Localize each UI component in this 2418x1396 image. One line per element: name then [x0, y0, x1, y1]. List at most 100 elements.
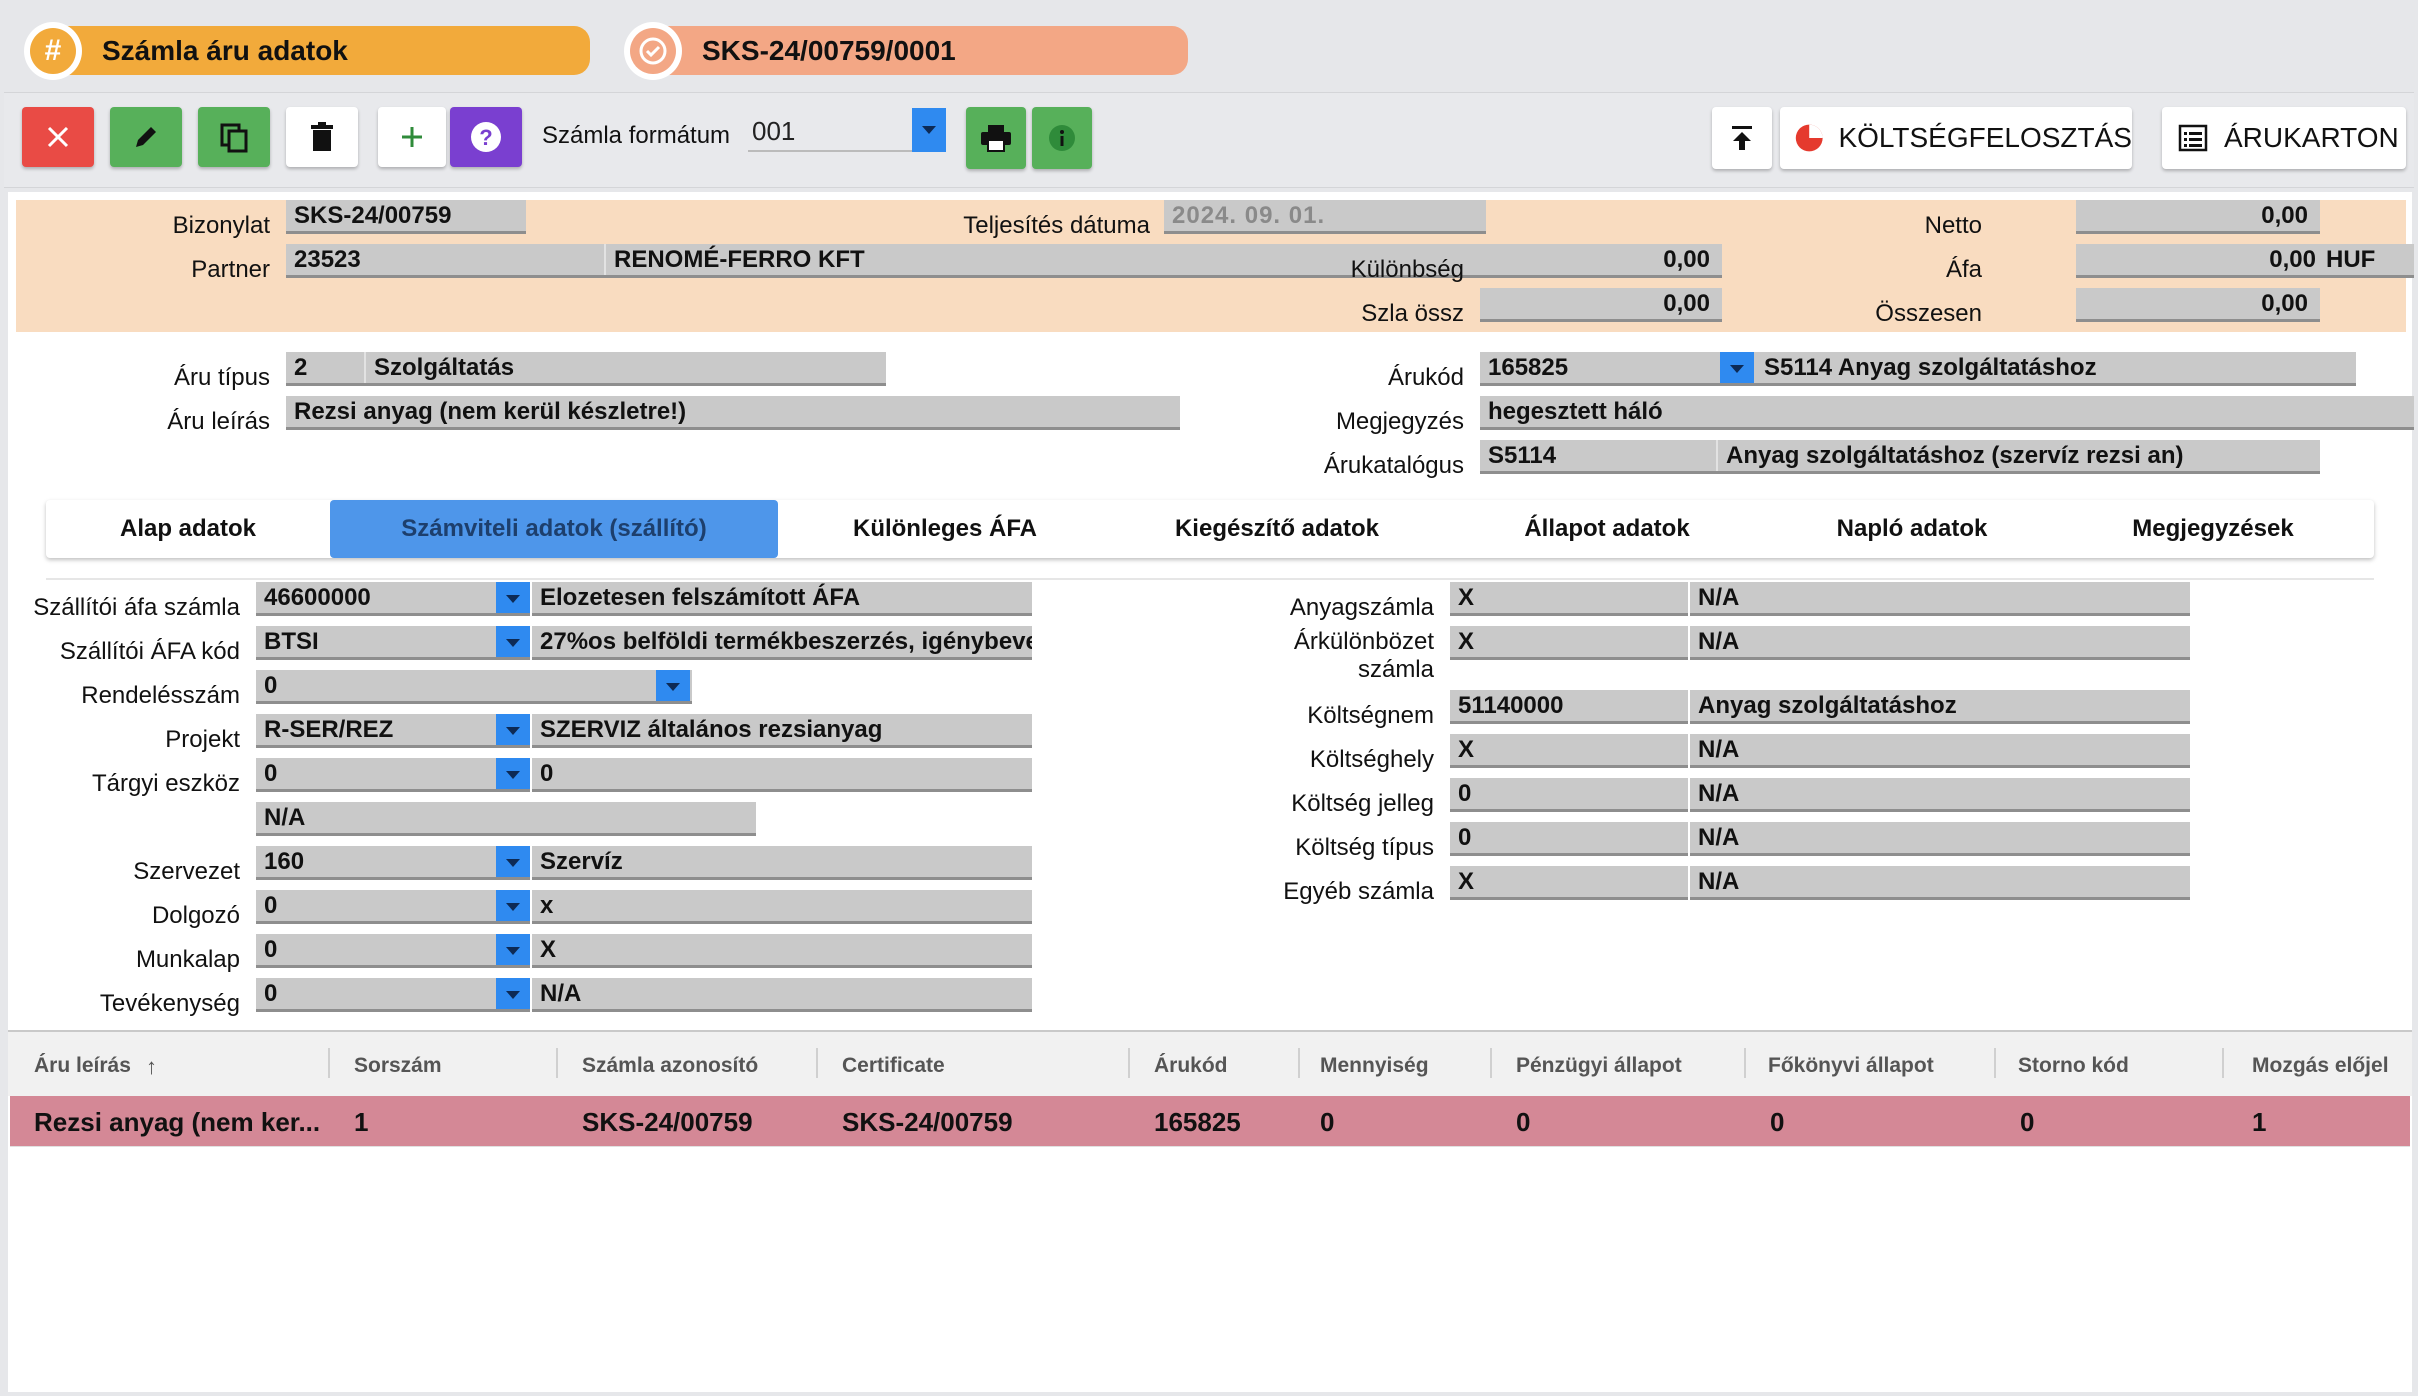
column-header-sorszam[interactable]: Sorszám [354, 1054, 442, 1078]
afa-field[interactable]: 0,00 HUF [2076, 244, 2414, 278]
anyagszamla-name[interactable]: N/A [1690, 582, 2190, 616]
szla-ossz-field[interactable]: 0,00 [1480, 288, 1722, 322]
arkulonbozet-name[interactable]: N/A [1690, 626, 2190, 660]
aru-tipus-field[interactable]: 2 Szolgáltatás [286, 352, 886, 386]
pie-chart-icon [1795, 124, 1823, 152]
arukatalogus-field[interactable]: S5114 Anyag szolgáltatáshoz (szervíz rez… [1480, 440, 2320, 474]
upload-button[interactable] [1712, 107, 1772, 169]
tab-kiegeszito-adatok[interactable]: Kiegészítő adatok [1112, 500, 1442, 558]
info-button[interactable] [1032, 107, 1092, 169]
dropdown-icon[interactable] [496, 714, 530, 745]
koltsegnem-code[interactable]: 51140000 [1450, 690, 1688, 724]
tab-kulonleges-afa[interactable]: Különleges ÁFA [778, 500, 1112, 558]
tevekenyseg-code[interactable]: 0 [256, 978, 530, 1012]
targyi-eszkoz-name[interactable]: 0 [532, 758, 1032, 792]
koltseg-jelleg-name[interactable]: N/A [1690, 778, 2190, 812]
dropdown-icon[interactable] [496, 758, 530, 789]
column-header-penzugyi-allapot[interactable]: Pénzügyi állapot [1516, 1054, 1682, 1078]
tab-megjegyzesek[interactable]: Megjegyzések [2052, 500, 2374, 558]
dolgozo-name[interactable]: x [532, 890, 1032, 924]
projekt-name[interactable]: SZERVIZ általános rezsianyag [532, 714, 1032, 748]
delete-button[interactable] [286, 107, 358, 167]
kulonbseg-field[interactable]: 0,00 [1480, 244, 1722, 278]
close-button[interactable] [22, 107, 94, 167]
tab-szamviteli-adatok[interactable]: Számviteli adatok (szállító) [330, 500, 778, 558]
copy-button[interactable] [198, 107, 270, 167]
koltseghely-code[interactable]: X [1450, 734, 1688, 768]
help-icon: ? [471, 122, 501, 152]
osszesen-field[interactable]: 0,00 [2076, 288, 2320, 322]
bizonylat-field[interactable]: SKS-24/00759 [286, 200, 526, 234]
teljesites-field[interactable]: 2024. 09. 01. [1164, 200, 1486, 234]
dropdown-icon[interactable] [496, 846, 530, 877]
projekt-code[interactable]: R-SER/REZ [256, 714, 530, 748]
table-row[interactable]: Rezsi anyag (nem ker... 1 SKS-24/00759 S… [10, 1096, 2410, 1146]
format-select[interactable]: 001 [748, 108, 946, 152]
column-header-arukod[interactable]: Árukód [1154, 1054, 1228, 1078]
column-header-mozgas-elojel[interactable]: Mozgás előjel [2252, 1054, 2389, 1078]
szervezet-code[interactable]: 160 [256, 846, 530, 880]
arukod-dropdown-icon[interactable] [1720, 352, 1754, 383]
anyagszamla-code[interactable]: X [1450, 582, 1688, 616]
column-header-certificate[interactable]: Certificate [842, 1054, 945, 1078]
cell-sorszam: 1 [354, 1107, 369, 1137]
dolgozo-code[interactable]: 0 [256, 890, 530, 924]
koltseghely-name[interactable]: N/A [1690, 734, 2190, 768]
dropdown-icon[interactable] [496, 978, 530, 1009]
help-button[interactable]: ? [450, 107, 522, 167]
munkalap-name[interactable]: X [532, 934, 1032, 968]
print-button[interactable] [966, 107, 1026, 169]
column-header-mennyiseg[interactable]: Mennyiség [1320, 1054, 1429, 1078]
add-button[interactable] [378, 107, 446, 167]
document-id-pill: SKS-24/00759/0001 [624, 22, 1188, 80]
aru-leiras-field[interactable]: Rezsi anyag (nem kerül készletre!) [286, 396, 1180, 430]
munkalap-code[interactable]: 0 [256, 934, 530, 968]
arukod-field[interactable]: 165825 S5114 Anyag szolgáltatáshoz [1480, 352, 2356, 386]
szallitoi-afa-szamla-name[interactable]: Elozetesen felszámított ÁFA [532, 582, 1032, 616]
column-header-fokonyvi-allapot[interactable]: Főkönyvi állapot [1768, 1054, 1934, 1078]
tab-alap-adatok[interactable]: Alap adatok [46, 500, 330, 558]
szallitoi-afa-szamla-code[interactable]: 46600000 [256, 582, 530, 616]
grid-header: Áru leírás ↑ Sorszám Számla azonosító Ce… [8, 1030, 2412, 1096]
column-header-storno-kod[interactable]: Storno kód [2018, 1054, 2129, 1078]
partner-field[interactable]: 23523 RENOMÉ-FERRO KFT [286, 244, 1480, 278]
egyeb-szamla-code[interactable]: X [1450, 866, 1688, 900]
targyi-eszkoz-code[interactable]: 0 [256, 758, 530, 792]
rendelesszam-field[interactable]: 0 [256, 670, 692, 704]
netto-field[interactable]: 0,00 [2076, 200, 2320, 234]
sort-ascending-icon[interactable]: ↑ [146, 1054, 157, 1080]
dropdown-icon[interactable] [496, 934, 530, 965]
edit-button[interactable] [110, 107, 182, 167]
szallitoi-afa-kod-code[interactable]: BTSI [256, 626, 530, 660]
dropdown-icon[interactable] [656, 670, 690, 701]
hash-icon: # [24, 22, 82, 80]
koltsegnem-name[interactable]: Anyag szolgáltatáshoz [1690, 690, 2190, 724]
dropdown-icon[interactable] [496, 890, 530, 921]
format-value: 001 [752, 116, 796, 146]
koltseg-tipus-name[interactable]: N/A [1690, 822, 2190, 856]
dropdown-icon[interactable] [496, 626, 530, 657]
afa-label: Áfa [1945, 256, 1982, 283]
szallitoi-afa-kod-name[interactable]: 27%os belföldi termékbeszerzés, igénybev… [532, 626, 1032, 660]
partner-label: Partner [191, 256, 270, 283]
tab-bar: Alap adatok Számviteli adatok (szállító)… [46, 500, 2374, 558]
szervezet-name[interactable]: Szervíz [532, 846, 1032, 880]
arukod-value: 165825 [1488, 354, 1569, 381]
koltseg-tipus-code[interactable]: 0 [1450, 822, 1688, 856]
page-title-pill: # Számla áru adatok [24, 22, 590, 80]
plus-icon [402, 127, 422, 147]
product-card-button[interactable]: ÁRUKARTON [2162, 107, 2406, 169]
tab-allapot-adatok[interactable]: Állapot adatok [1442, 500, 1772, 558]
tevekenyseg-name[interactable]: N/A [532, 978, 1032, 1012]
megjegyzes-field[interactable]: hegesztett háló [1480, 396, 2414, 430]
dropdown-icon[interactable] [496, 582, 530, 613]
egyeb-szamla-name[interactable]: N/A [1690, 866, 2190, 900]
cost-allocation-button[interactable]: KÖLTSÉGFELOSZTÁS [1780, 107, 2132, 169]
targyi-eszkoz-description[interactable]: N/A [256, 802, 756, 836]
koltseg-jelleg-code[interactable]: 0 [1450, 778, 1688, 812]
arkulonbozet-code[interactable]: X [1450, 626, 1688, 660]
tab-naplo-adatok[interactable]: Napló adatok [1772, 500, 2052, 558]
column-header-aru-leiras[interactable]: Áru leírás [34, 1054, 131, 1078]
format-dropdown-icon[interactable] [912, 108, 946, 152]
column-header-szamla-azonosito[interactable]: Számla azonosító [582, 1054, 758, 1078]
